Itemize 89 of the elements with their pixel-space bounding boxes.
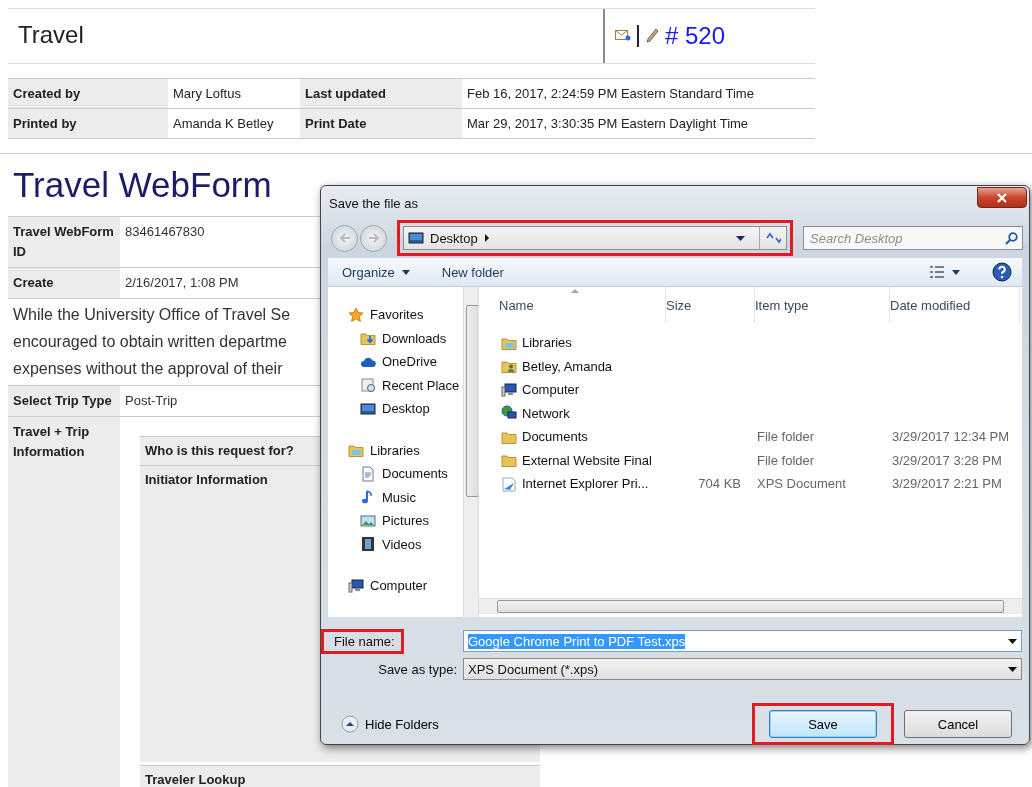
record-number: # 520 — [665, 22, 726, 50]
dropdown-caret-icon — [1008, 666, 1017, 672]
globe-monitor-icon — [501, 405, 517, 422]
xps-document-icon — [501, 475, 517, 492]
computer-icon — [501, 381, 517, 398]
field-label: Select Trip Type — [8, 386, 120, 416]
folder-icon — [360, 330, 376, 347]
organize-menu[interactable]: Organize — [342, 264, 410, 280]
refresh-icon — [765, 231, 781, 245]
star-icon — [348, 306, 364, 323]
film-icon — [360, 536, 376, 553]
chevron-right-icon — [483, 233, 490, 243]
sort-caret-icon — [571, 289, 579, 293]
mail-icon — [615, 29, 631, 43]
scrollbar[interactable] — [479, 598, 1022, 614]
section-row-label: Traveler Lookup — [140, 765, 540, 787]
file-type: File folder — [757, 452, 816, 468]
user-folder-icon — [501, 358, 517, 375]
nav-item[interactable]: Downloads — [348, 326, 447, 350]
field-label: Created by — [8, 79, 168, 109]
new-folder-button[interactable]: New folder — [441, 264, 504, 280]
field-label: Print Date — [300, 109, 462, 139]
field-label: Last updated — [300, 79, 462, 109]
caret-icon — [401, 269, 410, 275]
monitor-icon — [408, 230, 424, 246]
document-icon — [360, 465, 376, 482]
file-date: 3/29/2017 12:34 PM — [892, 429, 1011, 445]
page-title: Travel — [17, 20, 85, 50]
view-options-button[interactable] — [929, 266, 960, 278]
field-value: Mar 29, 2017, 3:30:35 PM Eastern Daylight Time — [462, 109, 815, 139]
nav-item[interactable]: Computer — [348, 574, 428, 598]
field-label: File name: — [334, 633, 395, 649]
field-label: Printed by — [8, 109, 168, 139]
close-icon — [997, 192, 1007, 203]
section-label: Travel + Trip Information — [8, 417, 120, 787]
close-button[interactable] — [977, 187, 1027, 208]
nav-item[interactable]: Music — [348, 485, 416, 509]
file-size: 704 KB — [697, 476, 742, 492]
help-button[interactable] — [992, 262, 1012, 282]
file-type: File folder — [757, 429, 816, 445]
collapse-icon — [341, 715, 359, 733]
hide-folders-button[interactable]: Hide Folders — [341, 715, 439, 733]
column-header[interactable]: Item type — [755, 287, 890, 323]
monitor-icon — [360, 400, 376, 417]
file-type: XPS Document — [757, 476, 847, 492]
nav-item[interactable]: Libraries — [348, 438, 420, 462]
field-value: 2/16/2017, 1:08 PM — [124, 274, 240, 292]
field-label: Save as type: — [377, 661, 458, 677]
file-name[interactable]: Betley, Amanda — [522, 358, 613, 374]
nav-item[interactable]: OneDrive — [348, 350, 437, 374]
nav-item[interactable]: Videos — [348, 532, 422, 556]
column-header[interactable]: Size — [666, 287, 755, 323]
file-name[interactable]: Computer — [522, 382, 580, 398]
arrow-right-icon — [367, 232, 380, 244]
field-value: Feb 16, 2017, 2:24:59 PM Eastern Standard Time — [462, 79, 815, 109]
form-title: Travel WebForm — [13, 164, 272, 206]
field-value: 83461467830 — [124, 223, 206, 241]
field-value: Post-Trip — [124, 392, 179, 410]
dialog-title: Save the file as — [329, 195, 418, 211]
address-bar[interactable]: Desktop — [403, 226, 787, 250]
arrow-left-icon — [338, 232, 351, 244]
file-date: 3/29/2017 2:21 PM — [892, 476, 1003, 492]
column-header[interactable]: Date modified — [890, 287, 1020, 323]
scrollbar[interactable] — [463, 287, 478, 617]
computer-icon — [348, 577, 364, 594]
nav-item[interactable]: Pictures — [348, 509, 429, 533]
cancel-button[interactable]: Cancel — [904, 710, 1012, 738]
save-button[interactable]: Save — [769, 710, 877, 738]
file-name[interactable]: Libraries — [522, 335, 572, 351]
address-text: Desktop — [430, 230, 478, 246]
dropdown-caret-icon — [736, 235, 745, 241]
help-icon — [992, 262, 1012, 282]
pencil-icon — [645, 28, 659, 44]
library-folder-icon — [348, 442, 364, 459]
file-name[interactable]: Network — [522, 405, 570, 421]
field-label: Create — [8, 268, 120, 298]
field-label: Travel WebForm ID — [8, 217, 120, 267]
file-type-dropdown[interactable]: XPS Document (*.xps) — [463, 658, 1022, 680]
picture-icon — [360, 512, 376, 529]
list-view-icon — [929, 266, 945, 278]
nav-item[interactable]: Documents — [348, 462, 448, 486]
caret-icon — [952, 269, 960, 275]
folder-icon — [501, 452, 517, 469]
nav-item[interactable]: Favorites — [348, 303, 424, 327]
nav-item[interactable]: Desktop — [348, 397, 430, 421]
clock-document-icon — [360, 377, 376, 394]
dropdown-caret-icon — [1008, 638, 1017, 644]
search-icon — [1005, 231, 1018, 245]
file-date: 3/29/2017 3:28 PM — [892, 452, 1003, 468]
